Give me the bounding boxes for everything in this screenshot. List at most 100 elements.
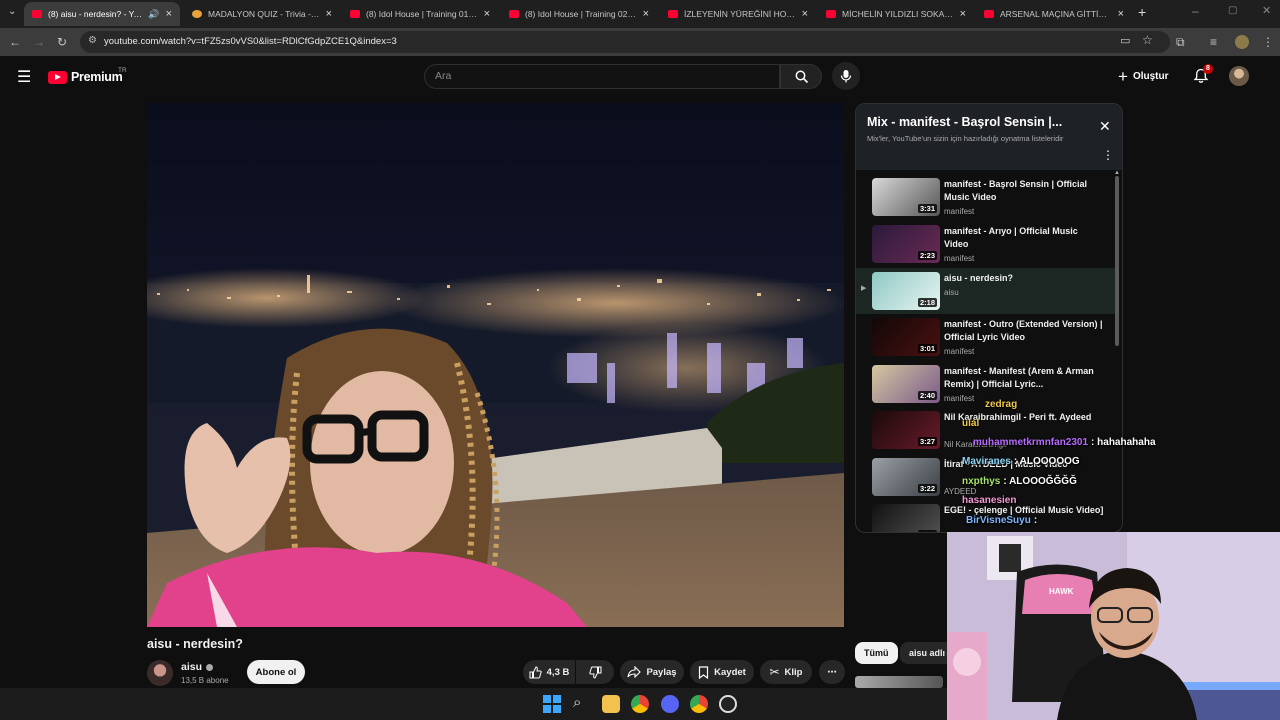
account-avatar[interactable]	[1229, 66, 1249, 86]
filter-chip[interactable]: aisu adlı	[900, 642, 955, 664]
close-playlist-icon[interactable]: ✕	[1099, 118, 1111, 135]
channel-avatar[interactable]	[147, 660, 173, 686]
browser-tab[interactable]: ARSENAL MAÇINA GİTTİK ! İNGİLTERE ×	[976, 2, 1132, 26]
quiz-favicon-icon	[192, 10, 202, 18]
video-player[interactable]	[147, 103, 844, 627]
close-tab-icon[interactable]: ×	[1118, 8, 1124, 20]
share-icon	[627, 666, 642, 678]
playlist-item-channel: manifest	[944, 347, 975, 356]
os-taskbar: ⌕	[0, 688, 947, 720]
browser-tab[interactable]: MADALYON QUIZ - Trivia - Quiz ×	[184, 2, 340, 26]
bookmark-star-icon[interactable]: ☆	[1142, 33, 1153, 47]
playlist-item[interactable]: 2:23 manifest - Arıyo | Official Music Vi…	[856, 221, 1116, 267]
forward-icon[interactable]: →	[33, 34, 45, 50]
close-tab-icon[interactable]: ×	[960, 8, 966, 20]
subscribe-button[interactable]: Abone ol	[247, 660, 305, 684]
reading-list-icon[interactable]: ≡	[1210, 34, 1217, 50]
browser-tab[interactable]: (8) aisu - nerdesin? - YouTube 🔊 ×	[24, 2, 180, 26]
chrome-profile-icon[interactable]	[690, 695, 708, 713]
close-tab-icon[interactable]: ×	[326, 8, 332, 20]
playlist-item-title: aisu - nerdesin?	[944, 273, 1014, 283]
share-button[interactable]: Paylaş	[620, 660, 684, 684]
playlist-item-duration: 3:27	[917, 437, 937, 446]
clip-button[interactable]: ✂ Klip	[760, 660, 812, 684]
channel-name-row[interactable]: aisu	[181, 661, 214, 673]
file-explorer-icon[interactable]	[602, 695, 620, 713]
chrome-icon[interactable]	[631, 695, 649, 713]
save-button[interactable]: Kaydet	[690, 660, 754, 684]
window-maximize-icon[interactable]: ▢	[1228, 5, 1237, 16]
back-icon[interactable]: ←	[9, 34, 21, 50]
reload-icon[interactable]: ↻	[57, 34, 67, 50]
close-tab-icon[interactable]: ×	[166, 8, 172, 20]
hamburger-menu-icon[interactable]: ☰	[17, 67, 31, 87]
playlist-item-thumbnail[interactable]: 3:27	[872, 411, 940, 449]
browser-tab[interactable]: İZLEYENİN YÜREĞİNİ HOPLATAN ×	[660, 2, 816, 26]
new-tab-button[interactable]: +	[1138, 4, 1146, 20]
search-taskbar-icon[interactable]: ⌕	[573, 694, 581, 711]
obs-icon[interactable]	[719, 695, 737, 713]
playlist-item-thumbnail[interactable]: 2:23	[872, 225, 940, 263]
playlist-item[interactable]: 3:01 manifest - Outro (Extended Version) …	[856, 314, 1116, 360]
browser-tab[interactable]: (8) Idol House | Training 02 | Vokal ×	[501, 2, 657, 26]
playlist-item-duration: 3:22	[917, 484, 937, 493]
playlist-item-thumbnail[interactable]: 3:01	[872, 318, 940, 356]
search-button[interactable]	[780, 64, 822, 89]
tab-audio-icon[interactable]: 🔊	[148, 9, 159, 20]
thumbs-up-icon	[529, 665, 542, 678]
playlist-title[interactable]: Mix - manifest - Başrol Sensin |...	[867, 115, 1062, 129]
browser-menu-icon[interactable]: ⋮	[1262, 34, 1274, 50]
like-count: 4,3 B	[546, 666, 570, 678]
share-label: Paylaş	[646, 666, 677, 678]
notifications-button[interactable]: 8	[1193, 64, 1213, 88]
chat-message: BirVisneSuyu:	[966, 515, 1037, 526]
create-button[interactable]: + Oluştur	[1118, 64, 1169, 89]
install-app-icon[interactable]: ▭	[1120, 34, 1130, 47]
playlist-item-channel: manifest	[944, 394, 975, 403]
playlist-item-thumbnail[interactable]: 2:40	[872, 365, 940, 403]
scroll-up-icon[interactable]: ▲	[1114, 170, 1120, 176]
windows-start-icon[interactable]	[543, 695, 561, 713]
close-tab-icon[interactable]: ×	[643, 8, 649, 20]
browser-tab-title: MİCHELİN YILDIZLI SOKAK LEZZETİ	[842, 9, 954, 19]
playlist-menu-icon[interactable]: ⋮	[1102, 148, 1114, 162]
thumbs-down-icon	[588, 666, 601, 679]
discord-icon[interactable]	[661, 695, 679, 713]
playlist-item-channel: manifest	[944, 207, 975, 216]
playlist-item-thumbnail[interactable]: 3:22	[872, 458, 940, 496]
playlist-item[interactable]: ▶ 2:18 aisu - nerdesin? aisu	[856, 268, 1116, 314]
playlist-item-title: manifest - Arıyo | Official Music Video	[944, 226, 1078, 249]
tab-search-icon[interactable]: ⌄	[8, 6, 16, 17]
playlist-item-duration: 2:18	[917, 298, 937, 307]
more-actions-button[interactable]: ⋯	[819, 660, 845, 684]
chat-username: zedrag	[985, 399, 1018, 410]
close-tab-icon[interactable]: ×	[802, 8, 808, 20]
site-info-icon[interactable]: ⚙	[88, 35, 97, 46]
search-input[interactable]	[435, 70, 735, 82]
filter-chip[interactable]: Tümü	[855, 642, 898, 664]
voice-search-button[interactable]	[832, 62, 860, 90]
playlist-item[interactable]: 3:31 manifest - Başrol Sensin | Official …	[856, 174, 1116, 220]
youtube-logo[interactable]: Premium	[48, 69, 123, 85]
playlist-item-thumbnail[interactable]: 3:31	[872, 178, 940, 216]
related-video-thumbnail[interactable]	[855, 676, 943, 688]
chat-message: hasanesien	[962, 495, 1016, 506]
browser-tab[interactable]: MİCHELİN YILDIZLI SOKAK LEZZETİ ×	[818, 2, 974, 26]
playlist-item-thumbnail[interactable]: 2:33	[872, 504, 940, 532]
channel-name[interactable]: aisu	[181, 661, 202, 673]
close-tab-icon[interactable]: ×	[484, 8, 490, 20]
like-button[interactable]: 4,3 B	[523, 660, 575, 684]
playlist-item-thumbnail[interactable]: 2:18	[872, 272, 940, 310]
save-label: Kaydet	[714, 666, 746, 678]
extensions-icon[interactable]: ⧉	[1176, 34, 1185, 50]
playlist-scrollbar[interactable]	[1115, 176, 1119, 346]
playlist-subtitle: Mix'ler, YouTube'un sizin için hazırladı…	[867, 134, 1064, 143]
window-close-icon[interactable]: ✕	[1262, 4, 1271, 17]
search-box[interactable]	[424, 64, 780, 89]
browser-tab[interactable]: (8) Idol House | Training 01 | Dans ×	[342, 2, 498, 26]
window-minimize-icon[interactable]: –	[1192, 4, 1199, 18]
chat-text: : hahahahaha	[1091, 437, 1156, 448]
dislike-button[interactable]	[576, 660, 614, 684]
profile-avatar[interactable]	[1235, 35, 1249, 49]
address-bar[interactable]: ⚙ youtube.com/watch?v=tFZ5zs0vVS0&list=R…	[80, 31, 1170, 53]
